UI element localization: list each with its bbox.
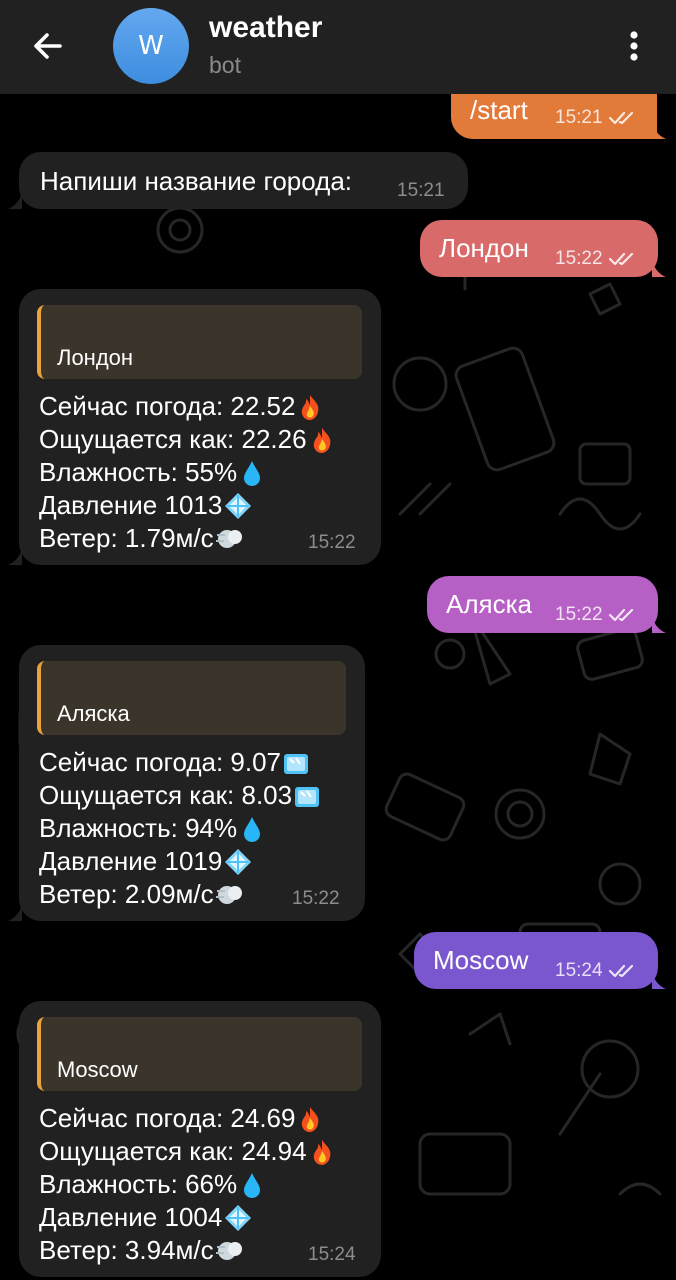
fire-emoji: [296, 393, 324, 421]
arrow-left-icon: [34, 33, 62, 59]
message-time: 15:21: [555, 107, 603, 128]
avatar-letter: W: [138, 31, 164, 61]
fire-emoji: [308, 426, 336, 454]
droplet-emoji: [238, 1171, 266, 1199]
weather-lines: Сейчас погода: 22.52 Ощущается как: 22.2…: [39, 390, 336, 555]
message-time: 15:24: [555, 960, 603, 981]
wind-face-emoji: [215, 525, 243, 553]
weather-lines: Сейчас погода: 24.69 Ощущается как: 24.9…: [39, 1102, 336, 1267]
double-check-icon: [608, 964, 633, 978]
message-outgoing[interactable]: Аляска 15:22: [427, 576, 658, 633]
bubble-tail: [8, 905, 22, 921]
bubble-tail: [652, 617, 666, 633]
wind-face-emoji: [215, 881, 243, 909]
fire-emoji: [296, 1105, 324, 1133]
feels-like-line: Ощущается как: 22.26: [39, 424, 307, 454]
pressure-line: Давление 1019: [39, 846, 223, 876]
feels-like-line: Ощущается как: 24.94: [39, 1136, 307, 1166]
chat-title[interactable]: weather: [209, 11, 322, 45]
wind-line: Ветер: 1.79м/с: [39, 523, 214, 553]
menu-button[interactable]: [618, 26, 650, 66]
weather-lines: Сейчас погода: 9.07 Ощущается как: 8.03 …: [39, 746, 321, 911]
double-check-icon: [608, 252, 633, 266]
message-text: /start: [470, 95, 528, 125]
more-vertical-icon: [630, 31, 638, 61]
pressure-line: Давление 1013: [39, 490, 223, 520]
snowflake-emoji: [223, 1204, 252, 1232]
message-time: 15:22: [292, 888, 340, 909]
bubble-tail: [652, 261, 666, 277]
quote-block: Аляска: [37, 661, 346, 735]
bubble-tail: [652, 973, 666, 989]
temperature-line: Сейчас погода: 9.07: [39, 747, 282, 777]
quote-block: Лондон: [37, 305, 362, 379]
temperature-line: Сейчас погода: 22.52: [39, 391, 296, 421]
temperature-line: Сейчас погода: 24.69: [39, 1103, 296, 1133]
weather-card[interactable]: Лондон Сейчас погода: 22.52 Ощущается ка…: [19, 289, 381, 565]
message-incoming[interactable]: Напиши название города: 15:21: [19, 152, 468, 209]
droplet-emoji: [238, 815, 266, 843]
message-list[interactable]: /start 15:21 Напиши название города: 15:…: [0, 94, 676, 1280]
humidity-line: Влажность: 94%: [39, 813, 238, 843]
bubble-tail: [652, 123, 666, 139]
humidity-line: Влажность: 55%: [39, 457, 238, 487]
message-time: 15:22: [555, 248, 603, 269]
ice-cube-emoji: [282, 749, 310, 777]
message-time: 15:22: [308, 532, 356, 553]
message-outgoing[interactable]: Лондон 15:22: [420, 220, 658, 277]
message-text: Лондон: [439, 233, 529, 263]
message-text: Напиши название города:: [40, 166, 353, 196]
bubble-tail: [8, 193, 22, 209]
avatar[interactable]: W: [113, 8, 189, 84]
droplet-emoji: [238, 459, 266, 487]
weather-card[interactable]: Moscow Сейчас погода: 24.69 Ощущается ка…: [19, 1001, 381, 1277]
humidity-line: Влажность: 66%: [39, 1169, 238, 1199]
feels-like-line: Ощущается как: 8.03: [39, 780, 293, 810]
message-outgoing[interactable]: Moscow 15:24: [414, 932, 658, 989]
city-name: Moscow: [57, 1057, 138, 1082]
ice-cube-emoji: [293, 782, 321, 810]
message-text: Аляска: [446, 589, 532, 619]
fire-emoji: [308, 1138, 336, 1166]
bubble-tail: [8, 549, 22, 565]
message-time: 15:22: [555, 604, 603, 625]
message-outgoing[interactable]: /start 15:21: [451, 94, 657, 139]
chat-subtitle: bot: [209, 52, 241, 78]
back-button[interactable]: [28, 26, 68, 66]
wind-line: Ветер: 3.94м/с: [39, 1235, 214, 1265]
message-time: 15:24: [308, 1244, 356, 1265]
wind-line: Ветер: 2.09м/с: [39, 879, 214, 909]
city-name: Аляска: [57, 701, 130, 726]
pressure-line: Давление 1004: [39, 1202, 223, 1232]
weather-card[interactable]: Аляска Сейчас погода: 9.07 Ощущается как…: [19, 645, 365, 921]
double-check-icon: [608, 111, 633, 125]
message-text: Moscow: [433, 945, 529, 975]
snowflake-emoji: [223, 848, 252, 876]
chat-header: W weather bot: [0, 0, 676, 94]
quote-block: Moscow: [37, 1017, 362, 1091]
message-time: 15:21: [397, 180, 445, 201]
city-name: Лондон: [57, 345, 134, 370]
snowflake-emoji: [223, 492, 252, 520]
wind-face-emoji: [215, 1237, 243, 1265]
double-check-icon: [608, 608, 633, 622]
